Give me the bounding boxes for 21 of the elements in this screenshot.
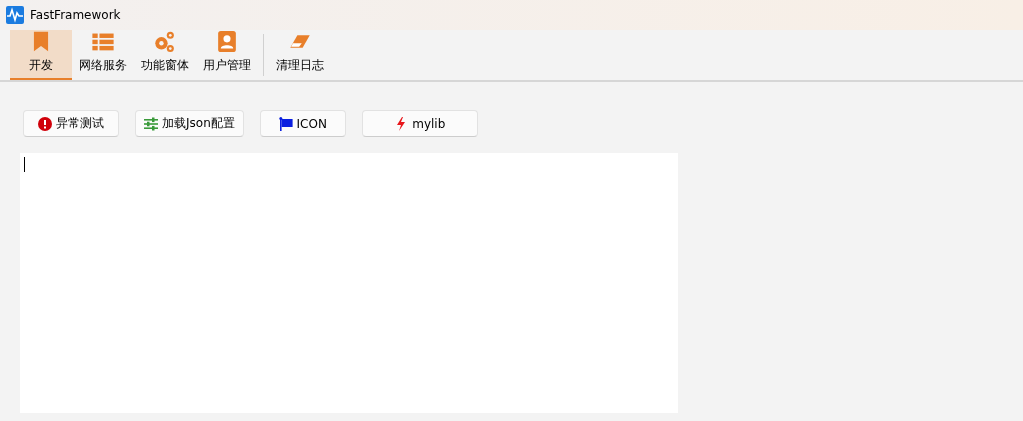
toolbar-tab[interactable]: 功能窗体 [134, 30, 196, 80]
sliders-icon [144, 116, 158, 131]
tab-label: 开发 [29, 57, 53, 74]
tab-label: 网络服务 [79, 57, 127, 74]
tab-label: 功能窗体 [141, 57, 189, 74]
toolbar-tab[interactable]: 开发 [10, 30, 72, 80]
toolbar-tab[interactable]: 清理日志 [269, 30, 331, 80]
toolbar-tab[interactable]: 用户管理 [196, 30, 258, 80]
toolbar-tab[interactable]: 网络服务 [72, 30, 134, 80]
action-button[interactable]: 异常测试 [23, 110, 119, 137]
tab-label: 用户管理 [203, 57, 251, 74]
log-area[interactable] [20, 153, 678, 413]
error-icon [38, 116, 52, 131]
window-title: FastFramework [30, 8, 121, 22]
flag-icon [278, 116, 293, 131]
tab-label: 清理日志 [276, 57, 324, 74]
text-cursor [24, 157, 25, 172]
action-button[interactable]: mylib [361, 110, 478, 137]
app-logo-icon [6, 6, 24, 24]
action-button[interactable]: ICON [259, 110, 346, 137]
action-button[interactable]: 加载Json配置 [135, 110, 244, 137]
